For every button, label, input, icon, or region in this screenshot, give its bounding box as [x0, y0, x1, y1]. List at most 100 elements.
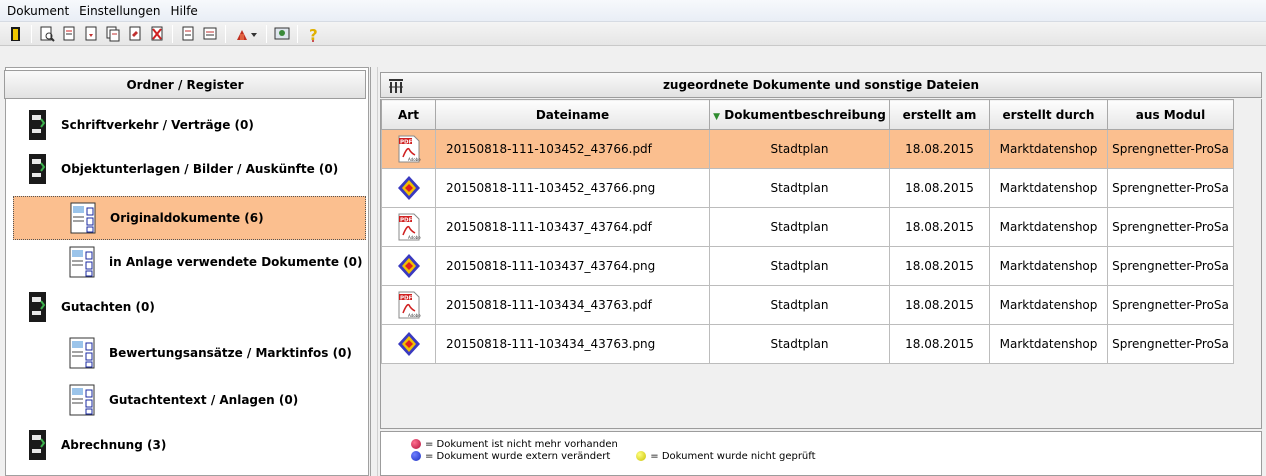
svg-text:Adobe: Adobe: [408, 235, 421, 240]
cell-art: PDF Adobe: [381, 285, 436, 325]
cell-erstellt-durch: Marktdatenshop: [989, 246, 1108, 286]
cell-aus-modul: Sprengnetter-ProSa: [1107, 285, 1234, 325]
cell-art: [381, 168, 436, 208]
cell-art: [381, 324, 436, 364]
cell-aus-modul: Sprengnetter-ProSa: [1107, 324, 1234, 364]
doc-edit-icon: [63, 26, 75, 40]
binder-icon: [29, 154, 46, 184]
pdf-file-icon: PDF Adobe: [398, 213, 421, 241]
cell-dateiname: 20150818-111-103434_43763.png: [435, 324, 710, 364]
menu-bar: Dokument Einstellungen Hilfe: [0, 0, 1266, 22]
column-art[interactable]: Art: [381, 99, 436, 130]
doc-delete-button[interactable]: [147, 24, 167, 44]
documents-header-title: zugeordnete Dokumente und sonstige Datei…: [662, 78, 980, 92]
cell-dateiname: 20150818-111-103452_43766.pdf: [435, 129, 710, 169]
cell-erstellt-am: 18.08.2015: [889, 207, 990, 247]
help-icon: ?: [309, 26, 318, 42]
table-row[interactable]: 20150818-111-103437_43764.png Stadtplan 18…: [381, 246, 1234, 286]
panel-splitter[interactable]: [370, 67, 378, 476]
tree-item-label: Gutachten (0): [61, 300, 155, 314]
table-row[interactable]: 20150818-111-103452_43766.png Stadtplan 18…: [381, 168, 1234, 208]
documents-table: Art Dateiname ▼ Dokumentbeschreibung ers…: [381, 99, 1234, 364]
cell-aus-modul: Sprengnetter-ProSa: [1107, 207, 1234, 247]
image-file-icon: [397, 332, 420, 356]
cell-aus-modul: Sprengnetter-ProSa: [1107, 129, 1234, 169]
tree-item-label: Objektunterlagen / Bilder / Auskünfte (0…: [61, 162, 339, 176]
legend-changed: = Dokument wurde extern verändert: [425, 450, 611, 462]
tree-item[interactable]: Schriftverkehr / Verträge (0): [28, 108, 348, 142]
table-row[interactable]: 20150818-111-103434_43763.png Stadtplan 18…: [381, 324, 1234, 364]
doc-copy-button[interactable]: [103, 24, 123, 44]
tree-item[interactable]: Gutachten (0): [28, 290, 348, 324]
svg-text:Adobe: Adobe: [408, 313, 421, 318]
doc-edit-button[interactable]: [59, 24, 79, 44]
doc-save-button[interactable]: [200, 24, 220, 44]
cell-dokumentbeschreibung: Stadtplan: [709, 129, 890, 169]
unchecked-status-icon: [636, 451, 647, 461]
exit-button[interactable]: [6, 24, 26, 44]
svg-text:PDF: PDF: [400, 296, 413, 302]
cell-art: [381, 246, 436, 286]
cell-dokumentbeschreibung: Stadtplan: [709, 246, 890, 286]
tree-item-label: Abrechnung (3): [61, 438, 167, 452]
preview-button[interactable]: [272, 24, 292, 44]
doc-new-icon: [182, 26, 194, 40]
column-erstellt-durch[interactable]: erstellt durch: [989, 99, 1108, 130]
tree-item-label: Gutachtentext / Anlagen (0): [109, 393, 299, 407]
column-dateiname[interactable]: Dateiname: [435, 99, 710, 130]
menu-dokument[interactable]: Dokument: [5, 1, 74, 21]
column-settings-icon[interactable]: [387, 77, 405, 95]
cell-erstellt-durch: Marktdatenshop: [989, 207, 1108, 247]
cell-erstellt-am: 18.08.2015: [889, 168, 990, 208]
menu-hilfe[interactable]: Hilfe: [166, 1, 203, 21]
search-doc-icon: [40, 26, 55, 42]
doc-arrow-button[interactable]: [81, 24, 101, 44]
tree-item[interactable]: Gutachtentext / Anlagen (0): [13, 382, 366, 418]
search-doc-button[interactable]: [37, 24, 57, 44]
menu-einstellungen[interactable]: Einstellungen: [74, 1, 165, 21]
column-aus-modul[interactable]: aus Modul: [1107, 99, 1234, 130]
doc-move-button[interactable]: [125, 24, 145, 44]
cell-erstellt-durch: Marktdatenshop: [989, 324, 1108, 364]
cell-erstellt-am: 18.08.2015: [889, 246, 990, 286]
pdf-file-icon: PDF Adobe: [398, 135, 421, 163]
tree-item[interactable]: Objektunterlagen / Bilder / Auskünfte (0…: [28, 152, 358, 186]
cell-dokumentbeschreibung: Stadtplan: [709, 207, 890, 247]
binder-icon: [29, 110, 46, 140]
tree-item-label: Originaldokumente (6): [110, 211, 264, 225]
cell-dokumentbeschreibung: Stadtplan: [709, 168, 890, 208]
tree-item[interactable]: Bewertungsansätze / Marktinfos (0): [13, 335, 366, 371]
binder-icon: [29, 430, 46, 460]
tree-item-label: Bewertungsansätze / Marktinfos (0): [109, 346, 352, 360]
register-icon: [69, 337, 95, 369]
cell-art: PDF Adobe: [381, 207, 436, 247]
cell-erstellt-durch: Marktdatenshop: [989, 129, 1108, 169]
table-row[interactable]: PDF Adobe 20150818-111-103434_43763.pdf Sta…: [381, 285, 1234, 325]
pdf-file-icon: PDF Adobe: [398, 291, 421, 319]
tree-item[interactable]: Originaldokumente (6): [13, 196, 366, 240]
tools-dropdown-icon: [237, 29, 257, 40]
binder-icon: [29, 292, 46, 322]
missing-status-icon: [411, 439, 421, 449]
cell-aus-modul: Sprengnetter-ProSa: [1107, 168, 1234, 208]
tree-item[interactable]: in Anlage verwendete Dokumente (0): [13, 244, 366, 280]
column-dokumentbeschreibung[interactable]: ▼ Dokumentbeschreibung: [709, 99, 890, 130]
cell-dateiname: 20150818-111-103452_43766.png: [435, 168, 710, 208]
doc-delete-icon: [151, 26, 163, 40]
svg-text:Adobe: Adobe: [408, 157, 421, 162]
documents-grid: Art Dateiname ▼ Dokumentbeschreibung ers…: [380, 99, 1262, 429]
doc-new-button[interactable]: [178, 24, 198, 44]
table-row[interactable]: PDF Adobe 20150818-111-103452_43766.pdf Sta…: [381, 129, 1234, 169]
help-button[interactable]: ?: [303, 24, 323, 44]
tools-dropdown-button[interactable]: [231, 24, 261, 44]
column-erstellt-am[interactable]: erstellt am: [889, 99, 990, 130]
changed-status-icon: [411, 451, 421, 461]
status-legend: = Dokument ist nicht mehr vorhanden = Do…: [380, 431, 1262, 476]
table-row[interactable]: PDF Adobe 20150818-111-103437_43764.pdf Sta…: [381, 207, 1234, 247]
tree-item[interactable]: Abrechnung (3): [28, 428, 348, 462]
legend-missing: = Dokument ist nicht mehr vorhanden: [425, 438, 618, 450]
cell-dokumentbeschreibung: Stadtplan: [709, 324, 890, 364]
svg-text:?: ?: [309, 26, 318, 42]
doc-move-icon: [129, 26, 141, 40]
svg-text:PDF: PDF: [400, 218, 413, 224]
